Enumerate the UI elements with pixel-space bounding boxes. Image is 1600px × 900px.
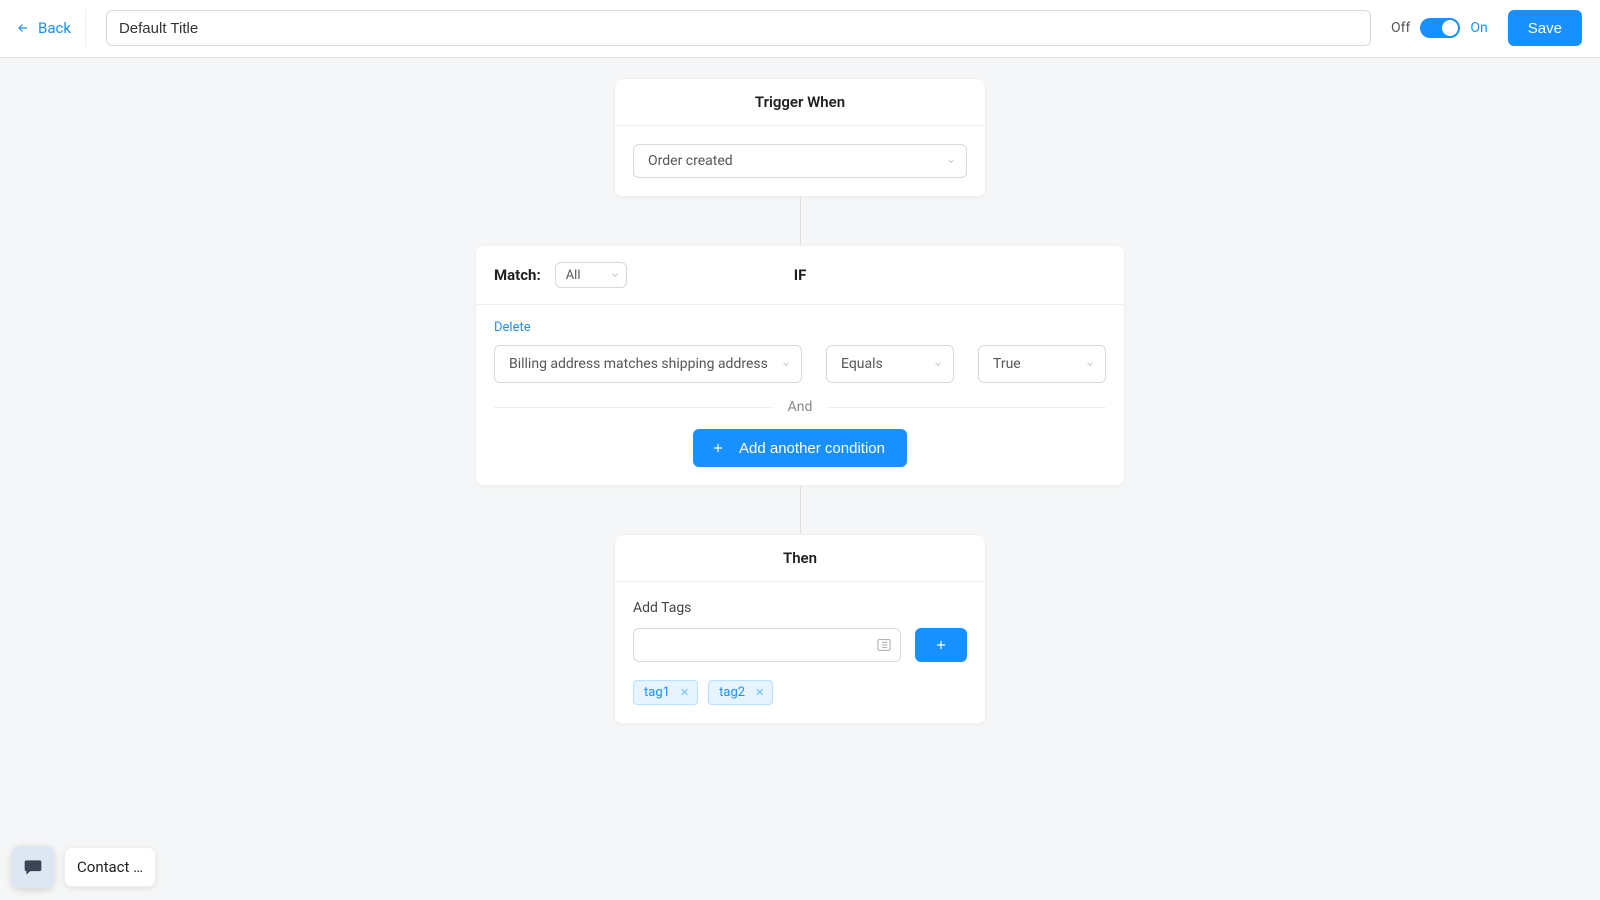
- tag-input[interactable]: [642, 637, 876, 653]
- enabled-switch[interactable]: [1420, 18, 1460, 38]
- and-divider-label: And: [788, 399, 813, 415]
- save-button[interactable]: Save: [1508, 10, 1582, 46]
- tag-chip: tag1 ✕: [633, 680, 698, 705]
- back-label: Back: [38, 19, 71, 37]
- title-input[interactable]: [106, 10, 1371, 46]
- add-condition-button[interactable]: Add another condition: [693, 429, 907, 467]
- delete-condition-link[interactable]: Delete: [494, 320, 531, 335]
- if-label: IF: [794, 266, 807, 284]
- trigger-select-value: Order created: [648, 153, 733, 169]
- chat-widget: Contact …: [12, 846, 156, 888]
- arrow-left-icon: [16, 21, 30, 35]
- tag-remove-icon[interactable]: ✕: [755, 687, 764, 698]
- workflow-canvas: Trigger When Order created Match: All IF…: [0, 58, 1600, 784]
- tag-chip-list: tag1 ✕ tag2 ✕: [633, 680, 967, 705]
- enabled-toggle-group: Off On: [1391, 18, 1488, 38]
- condition-value-value: True: [993, 356, 1021, 372]
- tag-chip-label: tag2: [719, 685, 745, 700]
- add-tags-label: Add Tags: [633, 600, 967, 616]
- match-mode-select[interactable]: All: [555, 262, 627, 288]
- list-icon[interactable]: [876, 637, 892, 653]
- conditions-card: Match: All IF Delete Billing address mat…: [475, 245, 1125, 486]
- header-bar: Back Off On Save: [0, 0, 1600, 58]
- tag-remove-icon[interactable]: ✕: [680, 687, 689, 698]
- then-card-header: Then: [615, 535, 985, 582]
- condition-operator-value: Equals: [841, 356, 883, 372]
- connector-line: [800, 197, 801, 245]
- toggle-on-label: On: [1470, 20, 1487, 36]
- add-condition-label: Add another condition: [739, 440, 885, 457]
- trigger-select[interactable]: Order created: [633, 144, 967, 178]
- match-mode-value: All: [566, 268, 581, 283]
- chevron-down-icon: [933, 359, 943, 369]
- tag-chip: tag2 ✕: [708, 680, 773, 705]
- chevron-down-icon: [781, 359, 791, 369]
- chevron-down-icon: [1085, 359, 1095, 369]
- tag-chip-label: tag1: [644, 685, 670, 700]
- chevron-down-icon: [946, 156, 956, 166]
- match-label: Match:: [494, 266, 541, 284]
- then-card: Then Add Tags tag1 ✕: [614, 534, 986, 724]
- plus-icon: [711, 441, 725, 455]
- condition-row: Billing address matches shipping address…: [494, 345, 1106, 383]
- chat-launcher-label[interactable]: Contact …: [64, 847, 156, 887]
- back-button[interactable]: Back: [10, 9, 86, 47]
- plus-icon: [934, 638, 948, 652]
- condition-field-select[interactable]: Billing address matches shipping address: [494, 345, 802, 383]
- tag-input-wrap[interactable]: [633, 628, 901, 662]
- add-tag-button[interactable]: [915, 628, 967, 662]
- trigger-card-header: Trigger When: [615, 79, 985, 126]
- speech-bubble-icon: [23, 857, 43, 877]
- chevron-down-icon: [610, 270, 620, 280]
- connector-line: [800, 486, 801, 534]
- condition-field-value: Billing address matches shipping address: [509, 356, 768, 372]
- and-divider: And: [494, 399, 1106, 415]
- toggle-off-label: Off: [1391, 20, 1410, 36]
- trigger-card: Trigger When Order created: [614, 78, 986, 197]
- condition-value-select[interactable]: True: [978, 345, 1106, 383]
- chat-launcher-button[interactable]: [12, 846, 54, 888]
- condition-operator-select[interactable]: Equals: [826, 345, 954, 383]
